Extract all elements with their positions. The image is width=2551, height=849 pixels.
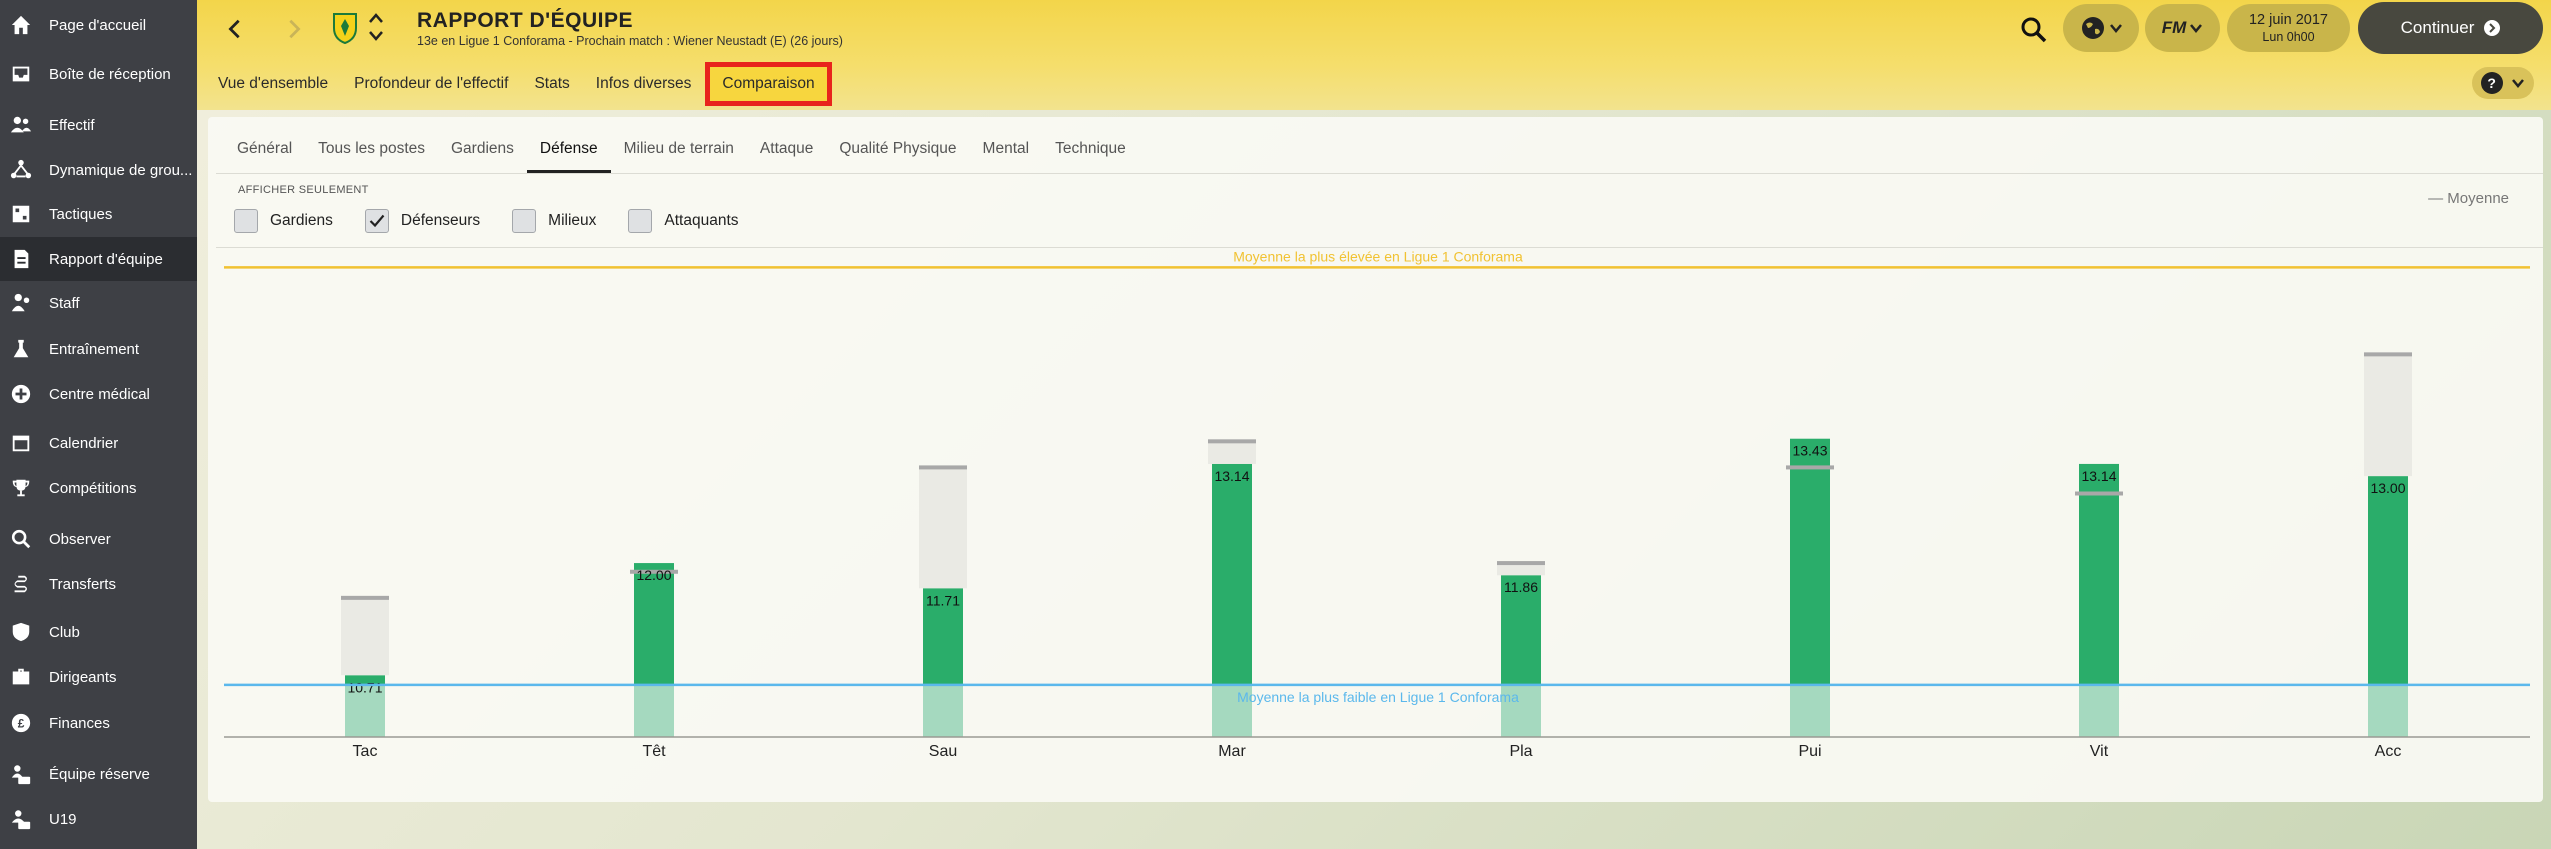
value-label-tac: 10.71: [347, 679, 382, 695]
bar-base-têt: [634, 684, 674, 737]
bar-base-acc: [2368, 684, 2408, 737]
average-marker-pui: [1786, 465, 1834, 470]
bar-pui: [1790, 438, 1830, 685]
average-marker-vit: [2075, 491, 2123, 496]
highest-average-label: Moyenne la plus élevée en Ligue 1 Confor…: [1233, 248, 1523, 264]
value-label-têt: 12.00: [636, 567, 671, 583]
category-label-pui: Pui: [1798, 743, 1821, 760]
category-label-têt: Têt: [642, 743, 666, 760]
average-marker-tac: [341, 595, 389, 600]
comparison-chart: 10.71 Tac 12.00 Têt 11.71 Sau 13.14 Mar 11.86 Pla…: [224, 248, 2530, 760]
category-label-pla: Pla: [1509, 743, 1532, 760]
category-label-vit: Vit: [2090, 743, 2109, 760]
average-marker-mar: [1208, 439, 1256, 444]
bar-mar: [1212, 463, 1252, 685]
category-label-tac: Tac: [353, 743, 378, 760]
category-label-acc: Acc: [2375, 743, 2402, 760]
shortfall-sau: [919, 467, 967, 589]
shortfall-tac: [341, 597, 389, 676]
shortfall-mar: [1208, 441, 1256, 464]
value-label-pla: 11.86: [1504, 579, 1538, 595]
bar-base-pui: [1790, 684, 1830, 737]
average-marker-acc: [2364, 352, 2412, 357]
value-label-mar: 13.14: [1214, 468, 1249, 484]
category-label-mar: Mar: [1218, 743, 1246, 760]
value-label-acc: 13.00: [2370, 480, 2405, 496]
bar-base-sau: [923, 684, 963, 737]
average-marker-sau: [919, 465, 967, 470]
value-label-sau: 11.71: [926, 592, 960, 608]
bar-vit: [2079, 463, 2119, 685]
value-label-pui: 13.43: [1792, 443, 1827, 459]
shortfall-acc: [2364, 354, 2412, 477]
average-marker-pla: [1497, 561, 1545, 566]
bar-base-vit: [2079, 684, 2119, 737]
category-label-sau: Sau: [929, 743, 957, 760]
lowest-average-label: Moyenne la plus faible en Ligue 1 Confor…: [1237, 689, 1519, 705]
value-label-vit: 13.14: [2081, 468, 2116, 484]
bar-acc: [2368, 476, 2408, 685]
